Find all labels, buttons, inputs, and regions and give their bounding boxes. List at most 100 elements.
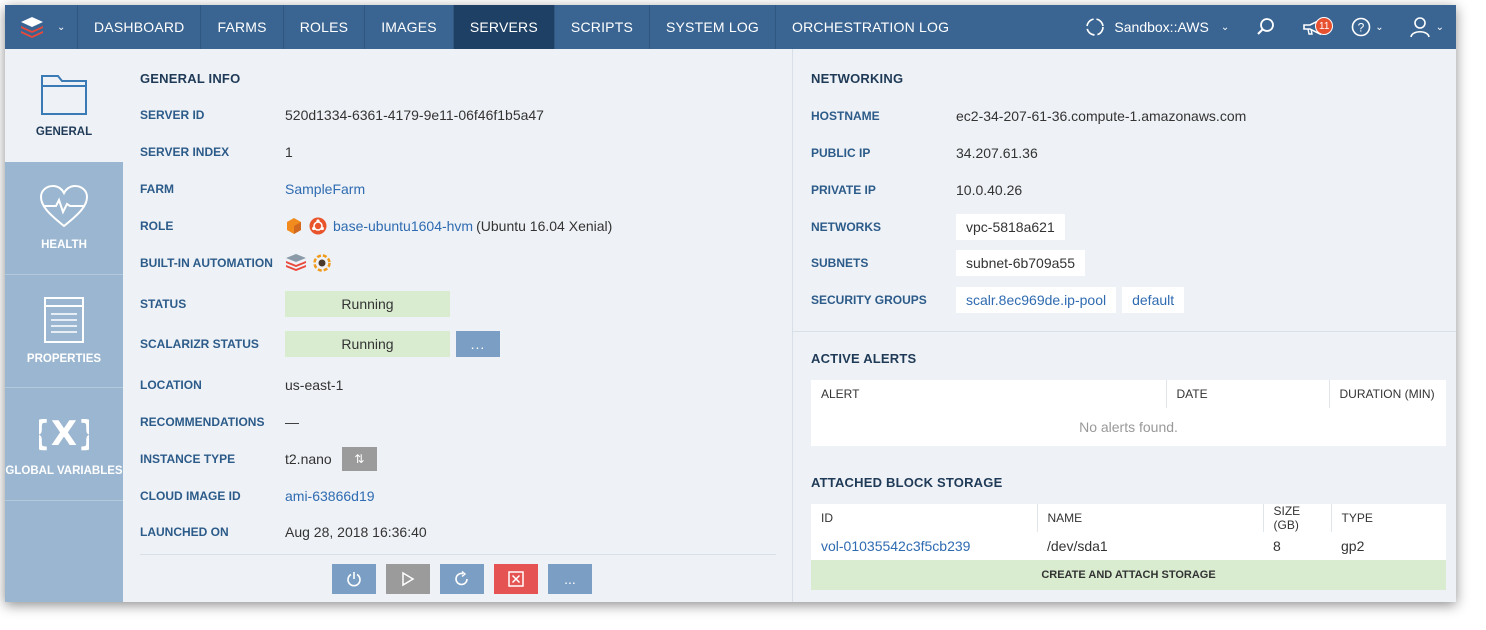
nav-servers[interactable]: SERVERS xyxy=(452,5,554,49)
search-button[interactable] xyxy=(1243,16,1289,38)
nav-dashboard[interactable]: DASHBOARD xyxy=(77,5,200,49)
nav-roles[interactable]: ROLES xyxy=(282,5,364,49)
chef-automation-icon xyxy=(313,254,331,272)
folder-icon xyxy=(41,75,87,115)
server-id-row: SERVER ID 520d1334-6361-4179-9e11-06f46f… xyxy=(140,102,544,128)
field-label: RECOMMENDATIONS xyxy=(140,415,265,429)
heart-pulse-icon xyxy=(39,184,89,227)
more-actions-button[interactable]: ... xyxy=(548,564,592,594)
nav-orchestration-log[interactable]: ORCHESTRATION LOG xyxy=(775,5,965,49)
nav-system-log[interactable]: SYSTEM LOG xyxy=(648,5,775,49)
volume-size-cell: 8 xyxy=(1263,532,1331,560)
location-row: LOCATION us-east-1 xyxy=(140,372,343,398)
nav-scripts[interactable]: SCRIPTS xyxy=(553,5,649,49)
subnet-chip: subnet-6b709a55 xyxy=(956,250,1085,276)
sidebar-item-global-variables[interactable]: {X} GLOBAL VARIABLES xyxy=(5,388,123,501)
top-navigation: ⌄ DASHBOARD FARMS ROLES IMAGES SERVERS S… xyxy=(5,5,1456,49)
storage-table: ID NAME SIZE (GB) TYPE vol-01035542c3f5c… xyxy=(811,504,1446,590)
chevron-down-icon: ⌄ xyxy=(1435,21,1444,33)
table-header-row: ALERT DATE DURATION (MIN) xyxy=(811,380,1446,408)
terminate-button[interactable] xyxy=(494,564,538,594)
ubuntu-icon xyxy=(309,217,327,235)
start-button[interactable] xyxy=(386,564,430,594)
user-menu-button[interactable]: ⌄ xyxy=(1396,15,1456,39)
nav-farms[interactable]: FARMS xyxy=(200,5,282,49)
server-sidebar: GENERAL HEALTH PROPERTIES {X} xyxy=(5,49,123,602)
divider xyxy=(140,554,776,555)
sidebar-item-properties[interactable]: PROPERTIES xyxy=(5,275,123,388)
private-ip-row: PRIVATE IP 10.0.40.26 xyxy=(811,176,1022,204)
column-header-id[interactable]: ID xyxy=(811,504,1037,532)
field-label: SERVER ID xyxy=(140,108,205,122)
security-group-link[interactable]: default xyxy=(1122,287,1185,313)
field-label: ROLE xyxy=(140,219,174,233)
scalarizr-status-row: SCALARIZR STATUS Running ... xyxy=(140,331,500,357)
volume-name-cell: /dev/sda1 xyxy=(1037,532,1263,560)
app-menu-button[interactable]: ⌄ xyxy=(5,5,77,49)
field-label: SUBNETS xyxy=(811,256,869,270)
role-row: ROLE base-ubuntu1604-hvm (Ubuntu 16.04 X… xyxy=(140,213,612,239)
private-ip-value: 10.0.40.26 xyxy=(956,182,1023,198)
create-and-attach-storage-button[interactable]: CREATE AND ATTACH STORAGE xyxy=(811,560,1446,590)
public-ip-value: 34.207.61.36 xyxy=(956,145,1038,161)
change-instance-type-button[interactable]: ⇅ xyxy=(341,447,377,471)
server-action-buttons: ... xyxy=(332,564,592,594)
location-value: us-east-1 xyxy=(285,377,344,393)
hostname-row: HOSTNAME ec2-34-207-61-36.compute-1.amaz… xyxy=(811,102,1246,130)
section-title-networking: NETWORKING xyxy=(811,71,904,86)
scalr-logo-icon xyxy=(21,17,43,38)
environment-selector[interactable]: Sandbox::AWS ⌄ xyxy=(1070,16,1243,38)
table-empty-row: No alerts found. xyxy=(811,408,1446,446)
notification-count-badge: 11 xyxy=(1315,17,1334,35)
networks-row: NETWORKS vpc-5818a621 xyxy=(811,213,1065,241)
field-label: STATUS xyxy=(140,297,187,311)
chevron-down-icon: ⌄ xyxy=(57,21,66,33)
recommendations-row: RECOMMENDATIONS — xyxy=(140,409,299,435)
role-link[interactable]: base-ubuntu1604-hvm xyxy=(333,218,473,234)
field-label: SCALARIZR STATUS xyxy=(140,337,259,351)
public-ip-row: PUBLIC IP 34.207.61.36 xyxy=(811,139,1038,167)
reboot-button[interactable] xyxy=(440,564,484,594)
column-header-size[interactable]: SIZE (GB) xyxy=(1262,504,1331,532)
sidebar-item-general[interactable]: GENERAL xyxy=(5,49,123,162)
farm-row: FARM SampleFarm xyxy=(140,176,365,202)
hostname-value: ec2-34-207-61-36.compute-1.amazonaws.com xyxy=(956,108,1247,124)
swap-arrows-icon: ⇅ xyxy=(354,452,365,466)
scalarizr-more-button[interactable]: ... xyxy=(456,331,500,357)
divider xyxy=(793,331,1456,332)
sidebar-item-health[interactable]: HEALTH xyxy=(5,162,123,275)
status-badge: Running xyxy=(285,291,450,317)
section-title-block-storage: ATTACHED BLOCK STORAGE xyxy=(811,475,1003,490)
help-icon: ? xyxy=(1351,17,1371,37)
security-group-link[interactable]: scalr.8ec969de.ip-pool xyxy=(956,287,1117,313)
farm-link[interactable]: SampleFarm xyxy=(285,181,365,197)
field-label: NETWORKS xyxy=(811,220,881,234)
notifications-button[interactable]: 11 xyxy=(1289,16,1339,38)
field-label: BUILT-IN AUTOMATION xyxy=(140,256,273,270)
cloud-image-link[interactable]: ami-63866d19 xyxy=(285,488,375,504)
column-header-alert[interactable]: ALERT xyxy=(811,380,1166,408)
user-icon xyxy=(1409,17,1430,38)
server-index-value: 1 xyxy=(285,144,293,160)
field-label: SECURITY GROUPS xyxy=(811,293,927,307)
nav-images[interactable]: IMAGES xyxy=(364,5,453,49)
section-title-general-info: GENERAL INFO xyxy=(140,71,241,86)
volume-id-link[interactable]: vol-01035542c3f5cb239 xyxy=(811,532,1037,560)
cube-icon xyxy=(287,218,301,234)
volume-type-cell: gp2 xyxy=(1331,532,1446,560)
help-button[interactable]: ? ⌄ xyxy=(1339,17,1395,37)
refresh-icon xyxy=(455,571,468,586)
field-label: PRIVATE IP xyxy=(811,183,876,197)
field-label: INSTANCE TYPE xyxy=(140,452,236,466)
column-header-date[interactable]: DATE xyxy=(1165,380,1329,408)
general-info-panel: GENERAL INFO SERVER ID 520d1334-6361-417… xyxy=(123,49,790,602)
column-header-duration[interactable]: DURATION (MIN) xyxy=(1328,380,1446,408)
field-label: HOSTNAME xyxy=(811,109,880,123)
power-button[interactable] xyxy=(332,564,376,594)
sidebar-item-label: GENERAL xyxy=(35,126,93,138)
column-header-name[interactable]: NAME xyxy=(1036,504,1263,532)
scalr-automation-icon xyxy=(286,254,306,271)
cloud-image-id-row: CLOUD IMAGE ID ami-63866d19 xyxy=(140,483,375,509)
status-row: STATUS Running xyxy=(140,291,450,317)
column-header-type[interactable]: TYPE xyxy=(1330,504,1446,532)
